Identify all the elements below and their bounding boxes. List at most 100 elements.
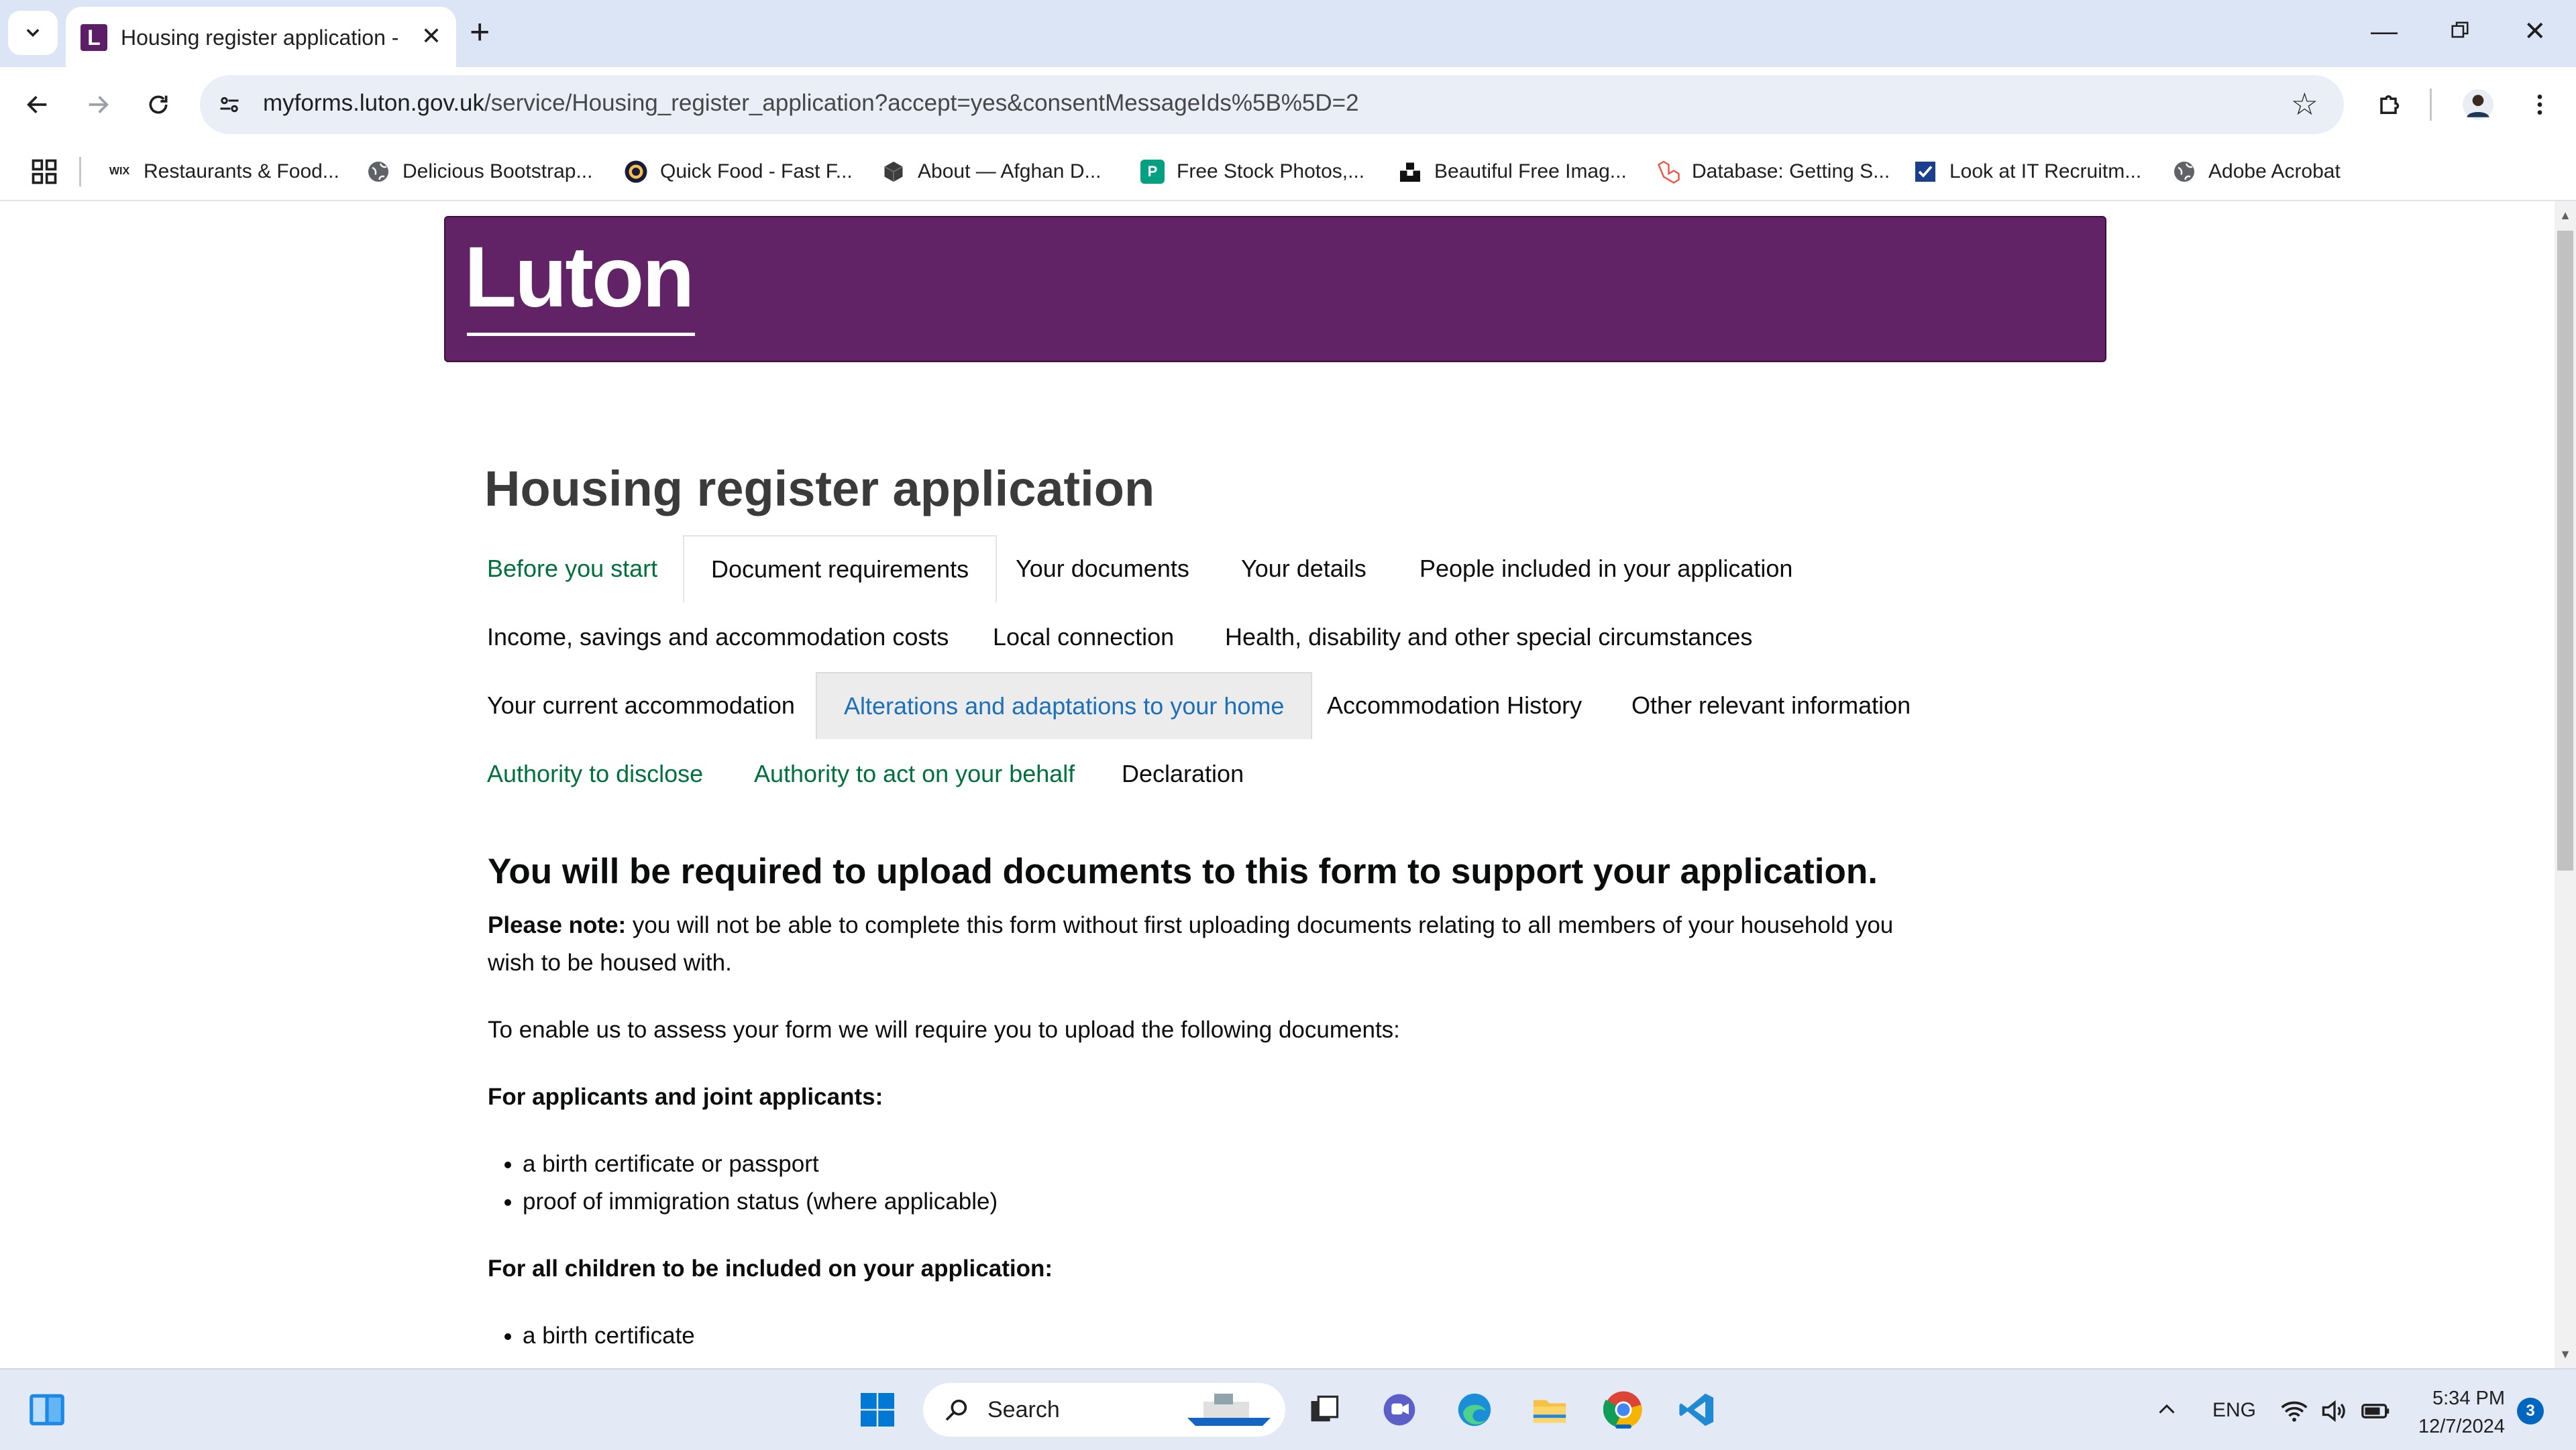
unsplash-icon [1398, 160, 1422, 184]
nav-tab-your-documents[interactable]: Your documents [989, 535, 1216, 602]
luton-logo[interactable]: Luton [464, 231, 694, 325]
list-item: a birth certificate or passport [523, 1146, 1923, 1183]
nav-tab-authority-to-disclose[interactable]: Authority to disclose [460, 740, 730, 807]
file-explorer-icon[interactable] [1527, 1387, 1572, 1433]
nav-tab-document-requirements[interactable]: Document requirements [683, 535, 998, 602]
url-text[interactable]: myforms.luton.gov.uk/service/Housing_reg… [263, 90, 1359, 117]
nav-tab-accommodation-history[interactable]: Accommodation History [1300, 672, 1609, 739]
taskbar-search-box[interactable]: Search [923, 1383, 1285, 1437]
bookmark-item[interactable]: Delicious Bootstrap... [366, 153, 592, 190]
url-host: myforms.luton.gov.uk [263, 90, 485, 116]
system-clock[interactable]: 5:34 PM 12/7/2024 [2410, 1384, 2505, 1441]
bookmark-label: Free Stock Photos,... [1177, 160, 1365, 182]
nav-tab-your-details[interactable]: Your details [1214, 535, 1393, 602]
scroll-down-arrow-icon[interactable]: ▼ [2555, 1344, 2576, 1364]
main-content: You will be required to upload documents… [488, 850, 1923, 1368]
minimize-icon[interactable]: — [2371, 15, 2398, 48]
children-subheading-text: For all children to be included on your … [488, 1256, 1053, 1282]
windows-start-icon[interactable] [855, 1387, 900, 1433]
back-button[interactable] [17, 85, 58, 125]
new-tab-button[interactable]: + [470, 13, 490, 51]
page-scrollbar[interactable]: ▲ ▼ [2555, 201, 2576, 1368]
tab-search-button[interactable] [8, 11, 58, 55]
edge-browser-icon[interactable] [1452, 1387, 1497, 1433]
children-document-list: a birth certificate [488, 1317, 1923, 1355]
chevron-down-icon [26, 29, 40, 37]
task-view-icon[interactable] [1301, 1387, 1347, 1433]
close-tab-icon[interactable]: ✕ [421, 24, 441, 48]
show-hidden-icons-chevron-icon[interactable] [2144, 1387, 2190, 1433]
pexels-icon: P [1140, 160, 1165, 184]
profile-avatar[interactable] [2458, 85, 2498, 125]
nav-tab-other-information[interactable]: Other relevant information [1605, 672, 1937, 739]
wifi-icon[interactable] [2271, 1388, 2317, 1434]
battery-icon[interactable] [2353, 1388, 2399, 1434]
nav-tab-people-included[interactable]: People included in your application [1393, 535, 1819, 602]
bookmark-label: About — Afghan D... [918, 160, 1102, 182]
bookmark-label: Database: Getting S... [1692, 160, 1890, 182]
globe-icon [366, 160, 390, 184]
site-info-icon[interactable] [215, 90, 244, 119]
vscode-icon[interactable] [1674, 1387, 1720, 1433]
bookmark-item[interactable]: WIX Restaurants & Food... [107, 153, 339, 190]
teams-chat-icon[interactable] [1377, 1387, 1422, 1433]
please-note-paragraph: Please note: you will not be able to com… [488, 907, 1923, 982]
reload-icon [149, 95, 168, 114]
forward-button[interactable] [78, 85, 118, 125]
volume-icon[interactable] [2312, 1388, 2357, 1434]
tab-strip: L Housing register application - D ✕ + —… [0, 0, 2576, 68]
laravel-icon [1656, 160, 1680, 184]
site-header-banner: Luton [444, 216, 2106, 362]
notification-badge[interactable]: 3 [2517, 1398, 2544, 1425]
puzzle-icon [2380, 95, 2400, 114]
bookmark-label: Restaurants & Food... [144, 160, 339, 182]
widgets-icon[interactable] [24, 1387, 70, 1433]
bookmarks-divider [79, 157, 81, 186]
nav-tab-income-savings[interactable]: Income, savings and accommodation costs [460, 604, 975, 671]
page-viewport: Luton Housing register application Befor… [0, 201, 2555, 1368]
bookmark-star-icon[interactable]: ☆ [2291, 86, 2318, 122]
checkmark-icon [1913, 160, 1937, 184]
reload-button[interactable] [138, 85, 178, 125]
forward-arrow-icon [89, 96, 109, 113]
intro-paragraph: To enable us to assess your form we will… [488, 1017, 1400, 1043]
extensions-button[interactable] [2371, 85, 2411, 125]
browser-menu-button[interactable] [2520, 85, 2560, 125]
applicants-subheading-text: For applicants and joint applicants: [488, 1084, 883, 1110]
bookmark-item[interactable]: Beautiful Free Imag... [1398, 153, 1627, 190]
list-item: a birth certificate [523, 1317, 1923, 1355]
nav-tab-alterations-adaptations[interactable]: Alterations and adaptations to your home [816, 672, 1313, 739]
scroll-up-arrow-icon[interactable]: ▲ [2555, 205, 2576, 225]
nav-tab-before-you-start[interactable]: Before you start [460, 535, 684, 602]
bookmark-label: Look at IT Recruitm... [1949, 160, 2142, 182]
apps-grid-icon[interactable] [30, 157, 59, 186]
section-heading: You will be required to upload documents… [488, 852, 1878, 891]
address-bar[interactable]: myforms.luton.gov.uk/service/Housing_reg… [200, 75, 2344, 134]
bookmark-item[interactable]: Look at IT Recruitm... [1913, 153, 2141, 190]
nav-tab-current-accommodation[interactable]: Your current accommodation [460, 672, 822, 739]
nav-tab-health-disability[interactable]: Health, disability and other special cir… [1198, 604, 1779, 671]
bookmark-label: Delicious Bootstrap... [402, 160, 593, 182]
scroll-thumb[interactable] [2557, 231, 2573, 871]
nav-tab-declaration[interactable]: Declaration [1095, 740, 1271, 807]
browser-tab[interactable]: L Housing register application - D ✕ [66, 7, 456, 68]
toolbar-divider [2430, 89, 2432, 121]
bookmark-item[interactable]: Quick Food - Fast F... [624, 153, 853, 190]
bookmark-item[interactable]: About — Afghan D... [881, 153, 1102, 190]
bookmark-item[interactable]: Database: Getting S... [1656, 153, 1890, 190]
bookmark-item[interactable]: Adobe Acrobat [2172, 153, 2341, 190]
bookmark-item[interactable]: P Free Stock Photos,... [1140, 153, 1364, 190]
restore-window-icon[interactable] [2450, 15, 2470, 48]
nav-tab-local-connection[interactable]: Local connection [966, 604, 1201, 671]
kebab-menu-icon [2537, 95, 2542, 115]
close-window-icon[interactable]: ✕ [2524, 15, 2546, 48]
bookmark-label: Adobe Acrobat [2208, 160, 2341, 182]
quickfood-icon [624, 160, 648, 184]
note-text: you will not be able to complete this fo… [488, 912, 1894, 976]
nav-tab-authority-to-act[interactable]: Authority to act on your behalf [727, 740, 1102, 807]
language-indicator[interactable]: ENG [2212, 1399, 2256, 1422]
applicants-document-list: a birth certificate or passport proof of… [488, 1146, 1923, 1221]
cube-icon [881, 160, 906, 184]
chrome-browser-icon[interactable] [1601, 1387, 1646, 1433]
search-highlight-icon [1187, 1394, 1271, 1426]
